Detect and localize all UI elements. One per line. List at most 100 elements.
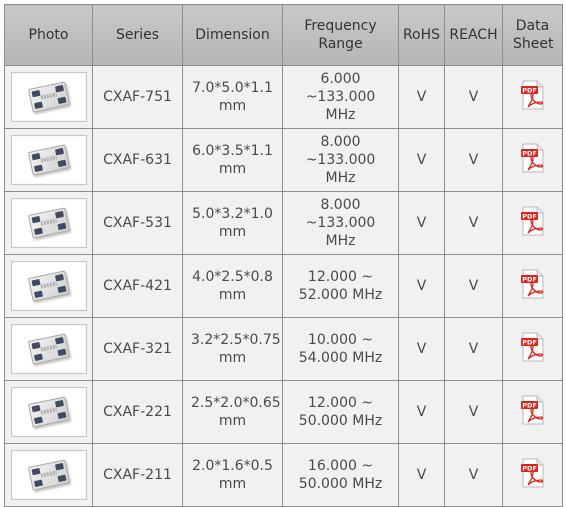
series-cell: CXAF-211 bbox=[92, 443, 183, 507]
rohs-cell: V bbox=[398, 191, 445, 255]
rohs-cell: V bbox=[398, 380, 445, 444]
photo-cell bbox=[4, 443, 93, 507]
pdf-icon: PDF bbox=[520, 332, 543, 361]
crystal-oscillator-photo[interactable] bbox=[10, 135, 87, 185]
header-photo: Photo bbox=[4, 4, 93, 66]
dimension-cell: 6.0*3.5*1.1 mm bbox=[182, 128, 283, 192]
table-row: CXAF-631 6.0*3.5*1.1 mm 8.000 ~133.000 M… bbox=[4, 128, 563, 192]
svg-text:PDF: PDF bbox=[522, 86, 537, 94]
reach-cell: V bbox=[444, 380, 503, 444]
crystal-chip-image bbox=[27, 207, 70, 239]
frequency-cell: 8.000 ~133.000 MHz bbox=[282, 128, 399, 192]
table-row: CXAF-211 2.0*1.6*0.5 mm 16.000 ~ 50.000 … bbox=[4, 443, 563, 507]
header-dimension: Dimension bbox=[182, 4, 283, 66]
frequency-cell: 6.000 ~133.000 MHz bbox=[282, 65, 399, 129]
datasheet-download-link[interactable]: PDF bbox=[520, 332, 545, 362]
crystal-oscillator-photo[interactable] bbox=[10, 324, 87, 374]
frequency-cell: 10.000 ~ 54.000 MHz bbox=[282, 317, 399, 381]
series-cell: CXAF-751 bbox=[92, 65, 183, 129]
crystal-chip-image bbox=[27, 333, 70, 365]
crystal-chip-image bbox=[27, 459, 70, 491]
pdf-icon: PDF bbox=[520, 458, 543, 487]
datasheet-cell: PDF bbox=[502, 254, 563, 318]
frequency-cell: 12.000 ~ 52.000 MHz bbox=[282, 254, 399, 318]
header-series: Series bbox=[92, 4, 183, 66]
product-spec-table: Photo Series Dimension Frequency Range R… bbox=[4, 4, 563, 507]
crystal-chip-image bbox=[27, 144, 70, 176]
datasheet-download-link[interactable]: PDF bbox=[520, 395, 545, 425]
rohs-cell: V bbox=[398, 65, 445, 129]
crystal-chip-image bbox=[27, 81, 70, 113]
table-row: CXAF-321 3.2*2.5*0.75 mm 10.000 ~ 54.000… bbox=[4, 317, 563, 381]
rohs-cell: V bbox=[398, 443, 445, 507]
series-cell: CXAF-631 bbox=[92, 128, 183, 192]
photo-cell bbox=[4, 380, 93, 444]
svg-text:PDF: PDF bbox=[522, 464, 537, 472]
photo-cell bbox=[4, 65, 93, 129]
reach-cell: V bbox=[444, 128, 503, 192]
pdf-icon: PDF bbox=[520, 269, 543, 298]
reach-cell: V bbox=[444, 317, 503, 381]
dimension-cell: 2.0*1.6*0.5 mm bbox=[182, 443, 283, 507]
crystal-oscillator-photo[interactable] bbox=[10, 72, 87, 122]
datasheet-cell: PDF bbox=[502, 128, 563, 192]
datasheet-download-link[interactable]: PDF bbox=[520, 269, 545, 299]
frequency-cell: 8.000 ~133.000 MHz bbox=[282, 191, 399, 255]
crystal-chip-image bbox=[27, 396, 70, 428]
dimension-cell: 7.0*5.0*1.1 mm bbox=[182, 65, 283, 129]
datasheet-cell: PDF bbox=[502, 191, 563, 255]
frequency-cell: 16.000 ~ 50.000 MHz bbox=[282, 443, 399, 507]
reach-cell: V bbox=[444, 65, 503, 129]
svg-text:PDF: PDF bbox=[522, 275, 537, 283]
header-reach: REACH bbox=[444, 4, 503, 66]
header-frequency-range: Frequency Range bbox=[282, 4, 399, 66]
crystal-oscillator-photo[interactable] bbox=[10, 450, 87, 500]
reach-cell: V bbox=[444, 254, 503, 318]
crystal-chip-image bbox=[27, 270, 70, 302]
datasheet-download-link[interactable]: PDF bbox=[520, 80, 545, 110]
svg-text:PDF: PDF bbox=[522, 401, 537, 409]
crystal-oscillator-photo[interactable] bbox=[10, 261, 87, 311]
datasheet-download-link[interactable]: PDF bbox=[520, 206, 545, 236]
header-data-sheet: Data Sheet bbox=[502, 4, 563, 66]
reach-cell: V bbox=[444, 443, 503, 507]
rohs-cell: V bbox=[398, 317, 445, 381]
datasheet-download-link[interactable]: PDF bbox=[520, 458, 545, 488]
pdf-icon: PDF bbox=[520, 143, 543, 172]
rohs-cell: V bbox=[398, 128, 445, 192]
crystal-oscillator-photo[interactable] bbox=[10, 198, 87, 248]
pdf-icon: PDF bbox=[520, 206, 543, 235]
dimension-cell: 4.0*2.5*0.8 mm bbox=[182, 254, 283, 318]
table-row: CXAF-751 7.0*5.0*1.1 mm 6.000 ~133.000 M… bbox=[4, 65, 563, 129]
datasheet-download-link[interactable]: PDF bbox=[520, 143, 545, 173]
table-row: CXAF-421 4.0*2.5*0.8 mm 12.000 ~ 52.000 … bbox=[4, 254, 563, 318]
series-cell: CXAF-421 bbox=[92, 254, 183, 318]
frequency-cell: 12.000 ~ 50.000 MHz bbox=[282, 380, 399, 444]
svg-text:PDF: PDF bbox=[522, 149, 537, 157]
header-rohs: RoHS bbox=[398, 4, 445, 66]
photo-cell bbox=[4, 317, 93, 381]
photo-cell bbox=[4, 128, 93, 192]
reach-cell: V bbox=[444, 191, 503, 255]
dimension-cell: 3.2*2.5*0.75 mm bbox=[182, 317, 283, 381]
datasheet-cell: PDF bbox=[502, 65, 563, 129]
datasheet-cell: PDF bbox=[502, 380, 563, 444]
photo-cell bbox=[4, 191, 93, 255]
rohs-cell: V bbox=[398, 254, 445, 318]
table-row: CXAF-221 2.5*2.0*0.65 mm 12.000 ~ 50.000… bbox=[4, 380, 563, 444]
pdf-icon: PDF bbox=[520, 80, 543, 109]
datasheet-cell: PDF bbox=[502, 443, 563, 507]
datasheet-cell: PDF bbox=[502, 317, 563, 381]
svg-text:PDF: PDF bbox=[522, 212, 537, 220]
pdf-icon: PDF bbox=[520, 395, 543, 424]
series-cell: CXAF-531 bbox=[92, 191, 183, 255]
table-row: CXAF-531 5.0*3.2*1.0 mm 8.000 ~133.000 M… bbox=[4, 191, 563, 255]
series-cell: CXAF-221 bbox=[92, 380, 183, 444]
crystal-oscillator-photo[interactable] bbox=[10, 387, 87, 437]
photo-cell bbox=[4, 254, 93, 318]
series-cell: CXAF-321 bbox=[92, 317, 183, 381]
svg-text:PDF: PDF bbox=[522, 338, 537, 346]
header-row: Photo Series Dimension Frequency Range R… bbox=[4, 4, 563, 66]
dimension-cell: 5.0*3.2*1.0 mm bbox=[182, 191, 283, 255]
dimension-cell: 2.5*2.0*0.65 mm bbox=[182, 380, 283, 444]
